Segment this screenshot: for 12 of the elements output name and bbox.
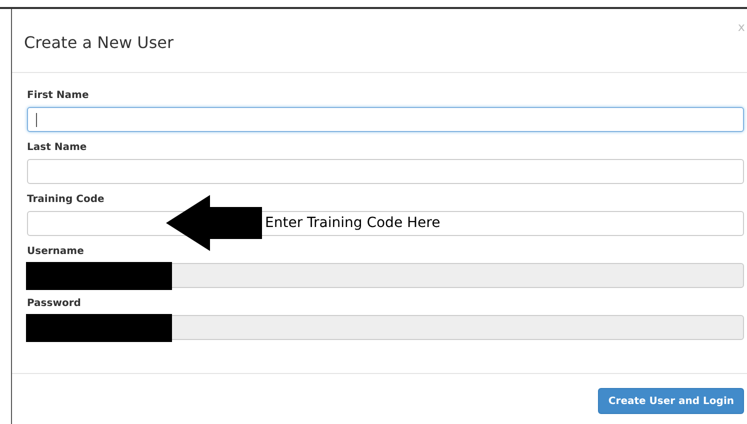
field-label: Training Code [27,194,106,206]
text-cursor [36,112,37,126]
input-field[interactable] [27,107,744,132]
dialog-title: Create a New User [24,33,174,53]
close-button[interactable]: x [738,21,745,33]
field-label: Last Name [27,142,88,154]
annotation-text: Enter Training Code Here [265,214,440,232]
input-field[interactable] [27,159,744,184]
field-label: Username [27,246,85,258]
field-label: Password [27,298,82,310]
field-label: First Name [27,90,90,102]
create-user-button[interactable]: Create User and Login [598,388,744,414]
